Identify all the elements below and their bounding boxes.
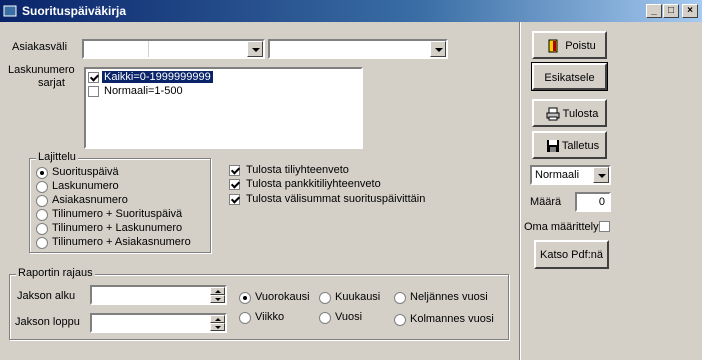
- radio-label: Laskunumero: [52, 180, 119, 192]
- series-checkbox[interactable]: [88, 86, 99, 97]
- spin-buttons[interactable]: [210, 287, 225, 303]
- radio-button[interactable]: [394, 292, 406, 304]
- app-icon: [3, 5, 17, 17]
- radio-button[interactable]: [36, 195, 48, 207]
- panel-separator: [519, 22, 521, 360]
- report-limit-legend: Raportin rajaus: [16, 267, 95, 279]
- checkbox[interactable]: [229, 165, 240, 176]
- report-limit-group: Raportin rajaus: [9, 267, 509, 340]
- list-item[interactable]: Kaikki=0-1999999999: [88, 70, 358, 85]
- radio-label: Vuosi: [335, 311, 363, 323]
- radio-button[interactable]: [394, 314, 406, 326]
- radio-button[interactable]: [36, 209, 48, 221]
- preview-button[interactable]: Esikatsele: [531, 62, 608, 91]
- series-label: Normaali=1-500: [104, 85, 183, 97]
- checkbox-label: Tulosta pankkitiliyhteenveto: [246, 178, 381, 190]
- spin-down-icon[interactable]: [210, 323, 225, 331]
- radio-label: Viikko: [255, 311, 285, 323]
- list-item[interactable]: Normaali=1-500: [88, 85, 358, 99]
- checkbox[interactable]: [229, 194, 240, 205]
- radio-button[interactable]: [36, 223, 48, 235]
- period-end-input[interactable]: [90, 313, 227, 333]
- radio-button[interactable]: [36, 181, 48, 193]
- radio-button[interactable]: [239, 292, 251, 304]
- series-checkbox[interactable]: [88, 72, 99, 83]
- customer-range-label: Asiakasväli: [12, 41, 68, 53]
- exit-button-label: Poistu: [565, 40, 596, 52]
- customer-to-combo[interactable]: [268, 39, 448, 59]
- preview-button-label: Esikatsele: [544, 72, 595, 84]
- quantity-input[interactable]: 0: [575, 192, 611, 212]
- radio-label: Tilinumero + Laskunumero: [52, 222, 183, 234]
- quantity-label: Määrä: [530, 196, 562, 208]
- print-mode-value: Normaali: [535, 169, 580, 181]
- spin-up-icon[interactable]: [210, 315, 225, 323]
- print-mode-select[interactable]: Normaali: [530, 165, 611, 185]
- period-end-label: Jakson loppu: [15, 316, 80, 328]
- radio-button[interactable]: [36, 167, 48, 179]
- radio-label: Kuukausi: [335, 291, 381, 303]
- maximize-button[interactable]: □: [663, 4, 679, 18]
- radio-label: Tilinumero + Suorituspäivä: [52, 208, 183, 220]
- quantity-value: 0: [598, 196, 605, 208]
- save-button[interactable]: Talletus: [532, 131, 607, 159]
- radio-label: Tilinumero + Asiakasnumero: [52, 236, 191, 248]
- spin-buttons[interactable]: [210, 315, 225, 331]
- checkbox-label: Tulosta välisummat suorituspäivittäin: [246, 193, 426, 205]
- save-button-label: Talletus: [561, 140, 600, 152]
- chevron-down-icon[interactable]: [247, 41, 263, 57]
- radio-label: Suorituspäivä: [52, 166, 119, 178]
- exit-button[interactable]: Poistu: [532, 31, 607, 59]
- customer-from-combo[interactable]: [82, 39, 265, 59]
- title-bar: Suorituspäiväkirja _ □ ×: [0, 0, 702, 22]
- radio-button[interactable]: [319, 312, 331, 324]
- period-start-input[interactable]: [90, 285, 227, 305]
- print-button-label: Tulosta: [562, 108, 599, 120]
- view-pdf-button-label: Katso Pdf:nä: [540, 249, 603, 261]
- checkbox[interactable]: [229, 179, 240, 190]
- radio-button[interactable]: [239, 312, 251, 324]
- report-window: Suorituspäiväkirja _ □ × Asiakasväli Las…: [0, 0, 702, 360]
- radio-label: Kolmannes vuosi: [410, 313, 494, 325]
- spin-down-icon[interactable]: [210, 295, 225, 303]
- radio-label: Asiakasnumero: [52, 194, 128, 206]
- own-definition-checkbox[interactable]: [599, 221, 610, 232]
- chevron-down-icon[interactable]: [593, 167, 609, 183]
- view-pdf-button[interactable]: Katso Pdf:nä: [534, 240, 609, 269]
- sorting-legend: Lajittelu: [36, 151, 78, 163]
- spin-up-icon[interactable]: [210, 287, 225, 295]
- radio-button[interactable]: [36, 237, 48, 249]
- invoice-series-label: Laskunumero: [8, 64, 75, 76]
- own-definition-label: Oma määrittely: [524, 221, 599, 233]
- combo-separator: [148, 41, 149, 57]
- minimize-button[interactable]: _: [646, 4, 662, 18]
- period-start-label: Jakson alku: [17, 290, 76, 302]
- checkbox-label: Tulosta tiliyhteenveto: [246, 164, 349, 176]
- chevron-down-icon[interactable]: [430, 41, 446, 57]
- series-label: Kaikki=0-1999999999: [101, 70, 214, 84]
- invoice-series-list[interactable]: Kaikki=0-1999999999 Normaali=1-500: [84, 67, 363, 149]
- radio-button[interactable]: [319, 292, 331, 304]
- window-title: Suorituspäiväkirja: [22, 4, 127, 18]
- radio-label: Vuorokausi: [255, 291, 310, 303]
- close-button[interactable]: ×: [682, 4, 698, 18]
- radio-label: Neljännes vuosi: [410, 291, 488, 303]
- invoice-series-label-2: sarjat: [38, 77, 65, 89]
- print-button[interactable]: Tulosta: [532, 99, 607, 127]
